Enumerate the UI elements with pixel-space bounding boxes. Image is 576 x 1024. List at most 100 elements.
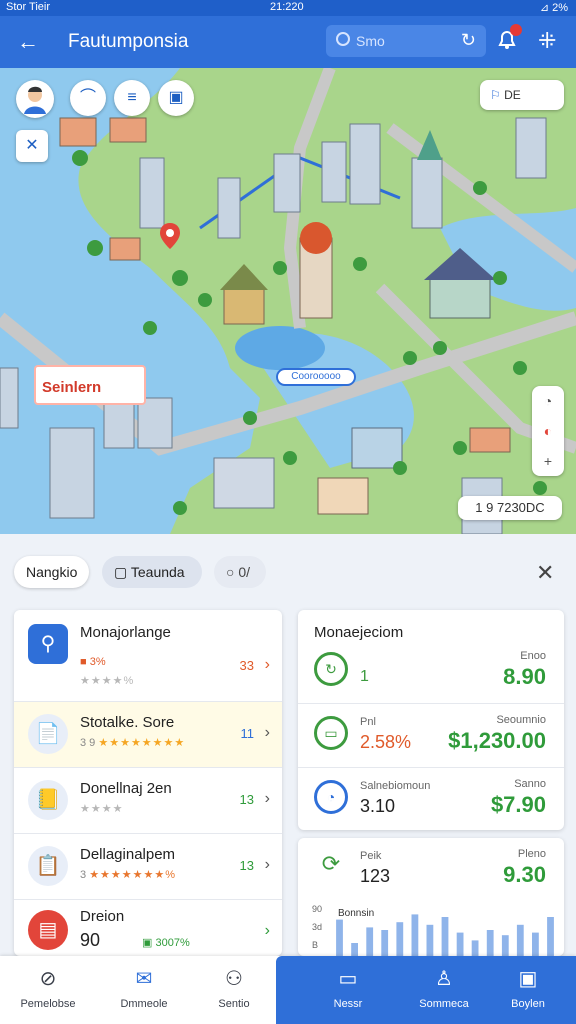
app-bar: ← Fautumponsia Smo ↻ ⁜: [0, 16, 576, 68]
carrier-label: Stor Tieir: [6, 1, 51, 13]
stat-right-label: Sanno: [514, 778, 546, 790]
refresh-icon[interactable]: ↻: [461, 30, 476, 51]
chart-bar: [396, 922, 404, 956]
chart-bar: [441, 917, 449, 956]
chart-bar: [486, 930, 494, 956]
layers-button[interactable]: ⌒: [70, 80, 106, 116]
compass-button[interactable]: ◐: [532, 416, 564, 446]
list-item[interactable]: 📒 Donellnaj 2en ★★★★ 13 ›: [14, 768, 282, 834]
list-item-meta: 3 ★★★★★★★%: [80, 868, 176, 881]
stat-right-label: Pleno: [517, 848, 546, 860]
trash-button[interactable]: ▣: [158, 80, 194, 116]
list-item[interactable]: ⚲ Monajorlange ■ 3% ★★★★% 33 ›: [14, 610, 282, 702]
nav-item-label: Sommeca: [419, 998, 469, 1010]
battery-label: ⊿ 2%: [539, 2, 568, 14]
filter-chip-nearby[interactable]: Nangkio: [14, 556, 90, 588]
rating-stars: ★★★★%: [80, 675, 135, 687]
nav-item[interactable]: ⚇ Sentio: [192, 956, 276, 1024]
stat-right-value: 9.30: [503, 862, 546, 887]
grid-menu-icon[interactable]: ⁜: [538, 28, 556, 54]
page-title: Fautumponsia: [68, 31, 189, 52]
stat-left-value: 2.58%: [360, 732, 412, 752]
close-icon[interactable]: ✕: [536, 560, 554, 586]
nav-item[interactable]: ⊘ Pemelobse: [0, 956, 96, 1024]
stats-card-title: Monaejeciom: [314, 624, 404, 641]
chart-bar: [547, 917, 554, 956]
locate-button[interactable]: ◔: [532, 386, 564, 416]
list-item-title: Dellaginalpem: [80, 846, 176, 863]
zoom-in-button[interactable]: +: [532, 446, 564, 476]
user-icon: ♙: [435, 968, 453, 990]
stat-left-label: Peik: [360, 850, 382, 862]
bar-chart: [336, 914, 554, 956]
places-list: ⚲ Monajorlange ■ 3% ★★★★% 33 › 📄 Stotalk…: [14, 610, 282, 956]
chart-bar: [516, 924, 524, 956]
status-bar: Stor Tieir 21:220 ⊿ 2%: [0, 0, 576, 16]
nav-item-label: Nessr: [333, 998, 363, 1010]
nav-item-label: Boylen: [511, 998, 545, 1010]
list-item-value: 33: [239, 658, 254, 673]
search-field[interactable]: Smo ↻: [326, 25, 486, 57]
list-item-sub: 3 9: [80, 737, 96, 749]
nav-item[interactable]: ✉ Dmmeole: [96, 956, 192, 1024]
chart-bar: [532, 932, 539, 956]
list-item[interactable]: 📋 Dellaginalpem 3 ★★★★★★★% 13 ›: [14, 834, 282, 900]
chart-card: ⟳ Peik 123 Pleno 9.30 Bonnsin 90 3d B: [298, 838, 564, 956]
nav-item-label: Pemelobse: [20, 998, 76, 1010]
y-tick-label: 3d: [312, 922, 323, 932]
stats-card: Monaejeciom ↻ 1 Enoo 8.90 ▭ Pnl 2.58% Se…: [298, 610, 564, 830]
distance-readout: 1 9 7230DC: [458, 496, 562, 520]
stat-row[interactable]: ⟳ Peik 123 Pleno 9.30: [298, 838, 564, 894]
back-arrow-icon[interactable]: ←: [14, 28, 42, 56]
list-item-meta: 3 9 ★★★★★★★★: [80, 736, 185, 749]
location-pill[interactable]: Coorooooo: [276, 368, 356, 386]
list-item[interactable]: 📄 Stotalke. Sore 3 9 ★★★★★★★★ 11 ›: [14, 702, 282, 768]
stat-right-value: 8.90: [503, 664, 546, 689]
chart-bar: [456, 932, 464, 956]
stat-left-value: 123: [360, 866, 391, 886]
bell-icon: ⚐: [490, 88, 501, 102]
document-icon: 📄: [28, 714, 68, 754]
map-view[interactable]: ⌒ ≡ ▣ ✕ ⚐ DE Seinlern Coorooooo ◔ ◐ + 1 …: [0, 68, 576, 534]
nav-item[interactable]: ♙ Sommeca: [396, 956, 492, 1024]
map-status-chip[interactable]: ⚐ DE: [480, 80, 564, 110]
map-pin-icon[interactable]: [160, 223, 180, 249]
stat-left-value: 1: [360, 668, 369, 685]
avatar[interactable]: [16, 80, 54, 118]
chart-bar: [501, 935, 509, 956]
stat-row[interactable]: ▭ Pnl 2.58% Seoumnio $1,230.00: [298, 704, 564, 768]
notifications-button[interactable]: [496, 24, 522, 51]
list-item-meta: ▣ 3007%: [142, 936, 190, 949]
stat-row[interactable]: ◔ Salnebiomoun 3.10 Sanno $7.90: [298, 768, 564, 830]
list-view-button[interactable]: ≡: [114, 80, 150, 116]
list-item-value: 13: [239, 858, 254, 873]
stat-row[interactable]: ↻ 1 Enoo 8.90: [298, 640, 564, 704]
recycle-icon: ⟳: [321, 851, 341, 876]
nav-item[interactable]: ▭ Nessr: [300, 956, 396, 1024]
list-item-meta: ■ 3%: [80, 656, 106, 668]
stat-right-value: $1,230.00: [448, 728, 546, 753]
clock: 21:220: [270, 1, 304, 13]
nav-item[interactable]: ▣ Boylen: [480, 956, 576, 1024]
poi-label-card[interactable]: Seinlern: [34, 365, 146, 405]
search-icon: [336, 32, 350, 46]
stat-right-value: $7.90: [490, 792, 546, 817]
list-item-title: Donellnaj 2en: [80, 780, 172, 797]
chart-bar: [336, 919, 343, 956]
compass-toggle-button[interactable]: ✕: [16, 130, 48, 162]
y-tick-label: 90: [312, 904, 323, 914]
circle-icon: ○: [226, 564, 235, 580]
stat-left-value: 3.10: [360, 796, 396, 816]
gauge-icon: ◔: [314, 780, 348, 814]
stat-right-label: Enoo: [520, 650, 546, 662]
compass-icon: ⊘: [39, 968, 57, 990]
notebook-icon: 📒: [28, 780, 68, 820]
status-chip-label: DE: [504, 88, 521, 102]
list-item[interactable]: ▤ Dreion 90 ▣ 3007% ›: [14, 900, 282, 956]
filter-chip-category[interactable]: ▢ Teaunda: [102, 556, 202, 588]
list-item-sub: 3: [80, 869, 87, 881]
inbox-icon: ✉: [135, 968, 153, 990]
filter-chip-radius[interactable]: ○ 0/: [214, 556, 266, 588]
chart-icon: ▭: [338, 968, 358, 990]
wallet-icon: ▭: [314, 716, 348, 750]
